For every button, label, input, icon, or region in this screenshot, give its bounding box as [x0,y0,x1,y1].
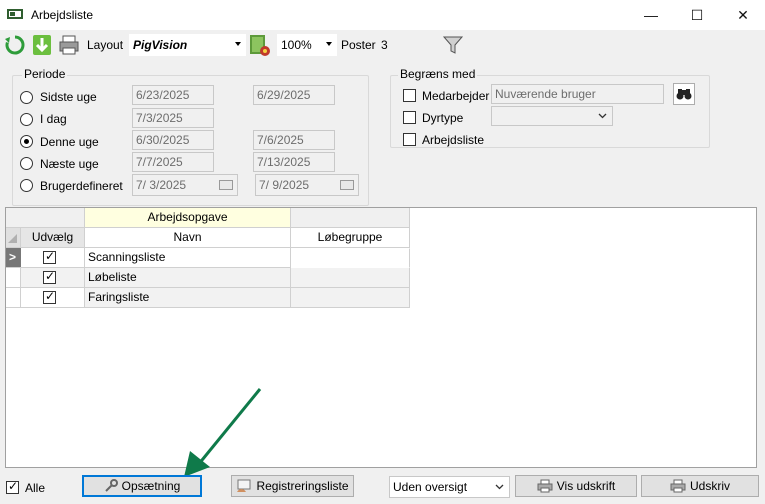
dyrtype-select[interactable] [491,106,613,126]
download-arrow-icon[interactable] [31,33,53,57]
maximize-button[interactable]: ☐ [674,0,720,30]
medarbejder-checkbox[interactable] [403,89,416,102]
dyrtype-checkbox[interactable] [403,111,416,124]
printer-icon [670,479,686,493]
radio-i-dag[interactable] [20,113,33,126]
begraens-title: Begræns med [398,67,478,81]
printer-icon[interactable] [58,33,80,57]
column-header-lobegruppe[interactable]: Løbegruppe [291,228,410,248]
registreringsliste-button-label: Registreringsliste [256,479,349,493]
zoom-select-value: 100% [281,38,312,52]
arbejdsliste-checkbox[interactable] [403,133,416,146]
row-checkbox[interactable] [43,269,56,284]
sidste-uge-from: 6/23/2025 [132,85,214,105]
vis-udskrift-button[interactable]: Vis udskrift [515,475,637,497]
table-row-name[interactable]: Løbeliste [85,268,291,288]
denne-uge-from: 6/30/2025 [132,130,214,150]
grid-band-empty [291,208,410,228]
column-header-udvaelg[interactable]: Udvælg [21,228,85,248]
label-denne-uge: Denne uge [40,135,99,149]
layout-label: Layout [87,38,124,52]
udskriv-button-label: Udskriv [689,479,730,493]
medarbejder-label: Medarbejder [422,89,490,103]
opsaetning-button-label: Opsætning [121,479,181,493]
hand-list-icon [237,479,251,492]
binoculars-icon [676,89,692,100]
filter-icon[interactable] [442,33,464,57]
label-i-dag: I dag [40,112,67,126]
opsaetning-button[interactable]: Opsætning [82,475,202,497]
naeste-uge-to: 7/13/2025 [253,152,335,172]
layout-select[interactable]: PigVision [129,34,246,56]
chevron-down-icon [235,42,241,46]
oversigt-select[interactable]: Uden oversigt [389,476,510,498]
periode-title: Periode [22,67,68,81]
udskriv-button[interactable]: Udskriv [641,475,759,497]
calendar-icon [340,180,354,190]
calendar-icon [219,180,233,190]
naeste-uge-from: 7/7/2025 [132,152,214,172]
chevron-down-icon [326,42,332,46]
column-header-navn[interactable]: Navn [85,228,291,248]
table-row-group[interactable] [291,268,410,288]
brugerdefineret-to-picker[interactable]: 7/ 9/2025 [255,174,359,196]
poster-count: 3 [378,34,432,56]
grid-band-header: Arbejdsopgave [85,208,291,228]
label-naeste-uge: Næste uge [40,157,99,171]
label-brugerdefineret: Brugerdefineret [40,179,123,193]
medarbejder-field: Nuværende bruger [491,84,664,104]
brugerdefineret-to-value: 7/ 9/2025 [259,178,310,192]
layout-settings-icon[interactable] [249,33,271,57]
radio-denne-uge[interactable] [20,135,33,148]
alle-label: Alle [25,481,46,495]
table-row-select-cell[interactable] [21,248,85,268]
binoculars-button[interactable] [673,83,695,105]
chevron-down-icon [598,113,607,119]
table-row-select-cell[interactable] [21,288,85,308]
wrench-icon [104,479,118,492]
zoom-select[interactable]: 100% [277,34,337,56]
close-button[interactable]: ✕ [720,0,765,30]
radio-brugerdefineret[interactable] [20,179,33,192]
grid-row-header-corner [6,228,21,248]
grid-corner [6,208,85,228]
annotation-arrow [184,388,262,477]
refresh-icon[interactable] [4,33,26,57]
vis-udskrift-button-label: Vis udskrift [556,479,616,493]
table-row-name[interactable]: Scanningsliste [85,248,291,268]
oversigt-select-value: Uden oversigt [393,480,468,494]
i-dag-from: 7/3/2025 [132,108,214,128]
corner-triangle-icon [8,234,17,243]
radio-naeste-uge[interactable] [20,157,33,170]
alle-checkbox[interactable] [6,479,19,494]
row-checkbox[interactable] [43,249,56,264]
minimize-button[interactable]: — [628,0,674,30]
radio-sidste-uge[interactable] [20,91,33,104]
row-checkbox[interactable] [43,289,56,304]
printer-icon [537,479,553,493]
window-title: Arbejdsliste [31,8,94,22]
dyrtype-label: Dyrtype [422,111,464,125]
table-row-group[interactable] [291,288,410,308]
app-icon [7,8,23,20]
table-row-group[interactable] [291,248,410,268]
label-sidste-uge: Sidste uge [40,90,97,104]
chevron-down-icon [495,484,504,490]
table-row-select-cell[interactable] [21,268,85,288]
row-header [6,288,21,308]
table-row-name[interactable]: Faringsliste [85,288,291,308]
row-header [6,268,21,288]
registreringsliste-button[interactable]: Registreringsliste [231,475,354,497]
sidste-uge-to: 6/29/2025 [253,85,335,105]
poster-label: Poster [341,38,376,52]
brugerdefineret-from-picker[interactable]: 7/ 3/2025 [132,174,238,196]
arbejdsliste-label: Arbejdsliste [422,133,485,147]
row-indicator: > [6,248,21,268]
denne-uge-to: 7/6/2025 [253,130,335,150]
layout-select-value: PigVision [133,38,188,52]
brugerdefineret-from-value: 7/ 3/2025 [136,178,187,192]
